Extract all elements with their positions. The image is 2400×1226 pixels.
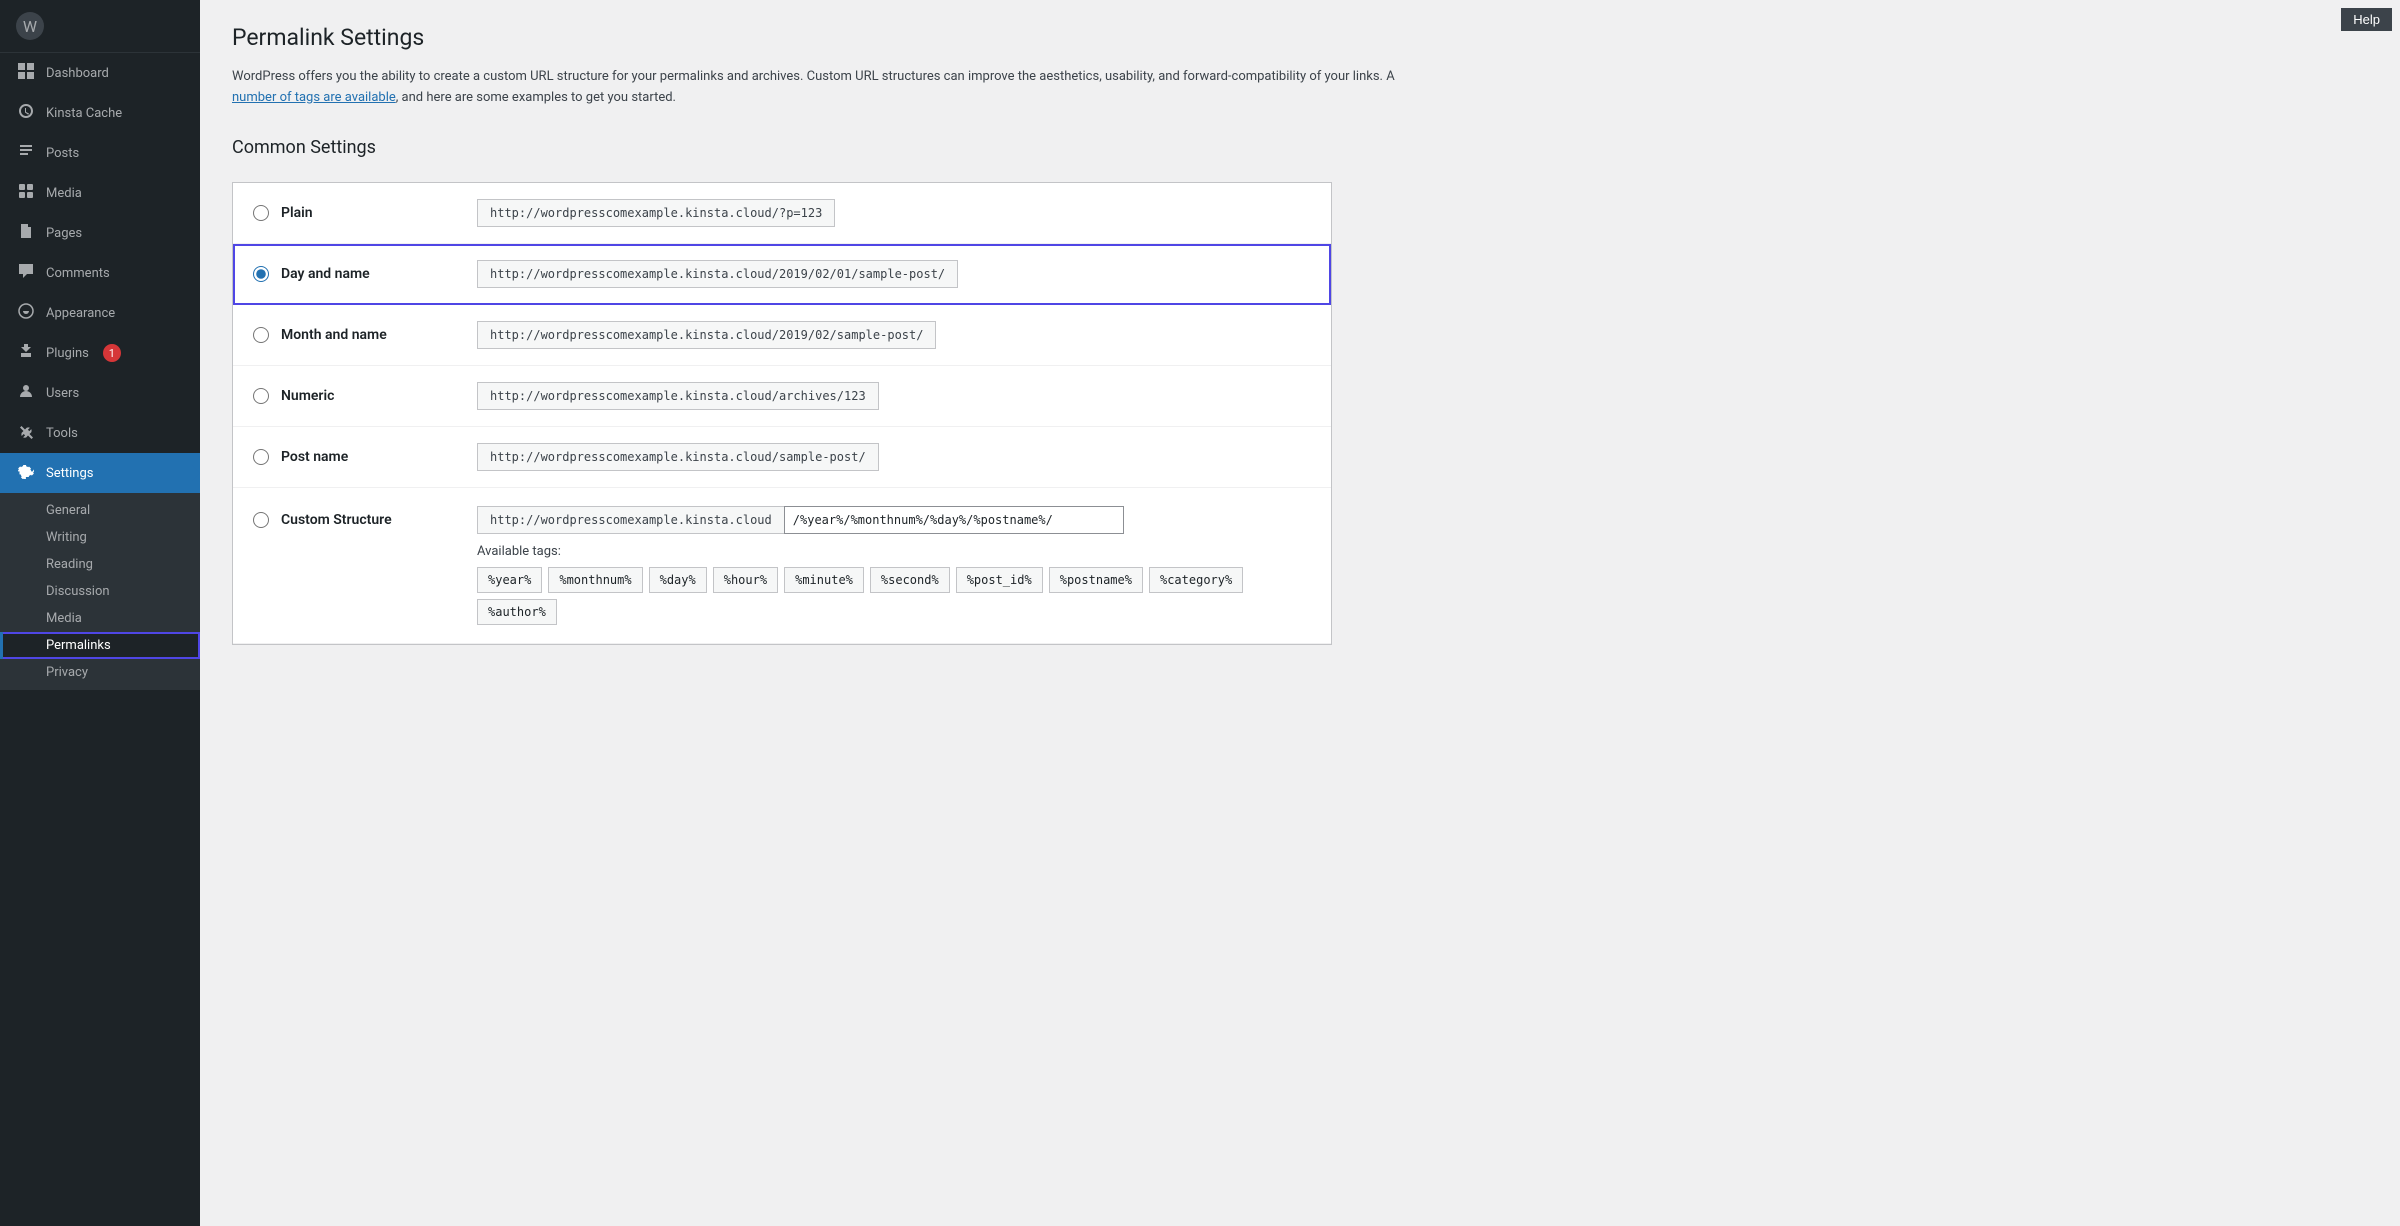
custom-base-url: http://wordpresscomexample.kinsta.cloud (477, 506, 784, 534)
permalink-row-day-and-name: Day and name http://wordpresscomexample.… (233, 244, 1331, 305)
tag-button[interactable]: %monthnum% (548, 567, 642, 593)
submenu-permalinks[interactable]: Permalinks (0, 632, 200, 659)
custom-structure-col: http://wordpresscomexample.kinsta.cloud … (477, 506, 1311, 625)
radio-day-and-name[interactable] (253, 266, 269, 282)
url-preview-numeric: http://wordpresscomexample.kinsta.cloud/… (477, 382, 879, 410)
radio-custom[interactable] (253, 512, 269, 528)
sidebar-logo: W (0, 0, 200, 53)
radio-post-name-label[interactable]: Post name (281, 449, 348, 465)
tag-button[interactable]: %year% (477, 567, 542, 593)
kinsta-cache-icon (16, 103, 36, 123)
radio-month-and-name-label[interactable]: Month and name (281, 327, 387, 343)
permalink-row-custom: Custom Structure http://wordpresscomexam… (233, 488, 1331, 644)
sidebar: W Dashboard Kinsta Cache Posts Media (0, 0, 200, 1226)
sidebar-item-dashboard[interactable]: Dashboard (0, 53, 200, 93)
sidebar-item-label: Users (46, 386, 79, 401)
sidebar-item-pages[interactable]: Pages (0, 213, 200, 253)
help-button[interactable]: Help (2341, 8, 2392, 31)
submenu-privacy[interactable]: Privacy (0, 659, 200, 686)
url-preview-post-name: http://wordpresscomexample.kinsta.cloud/… (477, 443, 879, 471)
radio-post-name[interactable] (253, 449, 269, 465)
plugins-badge: 1 (103, 344, 121, 362)
permalink-row-plain: Plain http://wordpresscomexample.kinsta.… (233, 183, 1331, 244)
settings-icon (16, 463, 36, 483)
url-preview-month-and-name: http://wordpresscomexample.kinsta.cloud/… (477, 321, 936, 349)
sidebar-item-label: Plugins (46, 346, 89, 361)
permalink-options: Plain http://wordpresscomexample.kinsta.… (232, 182, 1332, 645)
sidebar-item-label: Media (46, 186, 82, 201)
settings-arrow (192, 465, 200, 481)
radio-custom-label[interactable]: Custom Structure (281, 512, 392, 528)
tag-button[interactable]: %hour% (713, 567, 778, 593)
tag-button[interactable]: %category% (1149, 567, 1243, 593)
radio-plain[interactable] (253, 205, 269, 221)
permalink-row-post-name: Post name http://wordpresscomexample.kin… (233, 427, 1331, 488)
page-title: Permalink Settings (232, 24, 2368, 51)
sidebar-item-appearance[interactable]: Appearance (0, 293, 200, 333)
tools-icon (16, 423, 36, 443)
sidebar-item-tools[interactable]: Tools (0, 413, 200, 453)
sidebar-item-label: Settings (46, 466, 93, 481)
sidebar-item-settings[interactable]: Settings (0, 453, 200, 493)
sidebar-item-label: Tools (46, 426, 78, 441)
dashboard-icon (16, 63, 36, 83)
sidebar-nav: Dashboard Kinsta Cache Posts Media Pages (0, 53, 200, 690)
sidebar-item-label: Dashboard (46, 66, 109, 81)
available-tags-label: Available tags: (477, 544, 1311, 559)
sidebar-item-posts[interactable]: Posts (0, 133, 200, 173)
custom-url-row: http://wordpresscomexample.kinsta.cloud (477, 506, 1311, 534)
submenu-general[interactable]: General (0, 497, 200, 524)
wp-logo-icon: W (16, 12, 44, 40)
tag-button[interactable]: %author% (477, 599, 557, 625)
sidebar-item-kinsta-cache[interactable]: Kinsta Cache (0, 93, 200, 133)
permalink-row-month-and-name: Month and name http://wordpresscomexampl… (233, 305, 1331, 366)
posts-icon (16, 143, 36, 163)
radio-plain-label[interactable]: Plain (281, 205, 313, 221)
tags-link[interactable]: number of tags are available (232, 90, 396, 105)
radio-numeric-label[interactable]: Numeric (281, 388, 334, 404)
tag-button[interactable]: %day% (649, 567, 707, 593)
permalink-row-numeric: Numeric http://wordpresscomexample.kinst… (233, 366, 1331, 427)
submenu-writing[interactable]: Writing (0, 524, 200, 551)
sidebar-item-media[interactable]: Media (0, 173, 200, 213)
main-content: Permalink Settings WordPress offers you … (200, 0, 2400, 1226)
appearance-icon (16, 303, 36, 323)
sidebar-item-label: Posts (46, 146, 79, 161)
sidebar-item-comments[interactable]: Comments (0, 253, 200, 293)
url-preview-plain: http://wordpresscomexample.kinsta.cloud/… (477, 199, 835, 227)
sidebar-item-label: Kinsta Cache (46, 106, 122, 121)
url-preview-day-and-name: http://wordpresscomexample.kinsta.cloud/… (477, 260, 958, 288)
page-description: WordPress offers you the ability to crea… (232, 67, 1432, 109)
sidebar-item-label: Pages (46, 226, 82, 241)
tag-button[interactable]: %second% (870, 567, 950, 593)
radio-day-and-name-label[interactable]: Day and name (281, 266, 370, 282)
section-title: Common Settings (232, 137, 2368, 158)
tag-button[interactable]: %minute% (784, 567, 864, 593)
submenu-reading[interactable]: Reading (0, 551, 200, 578)
submenu-media[interactable]: Media (0, 605, 200, 632)
plugins-icon (16, 343, 36, 363)
sidebar-item-plugins[interactable]: Plugins 1 (0, 333, 200, 373)
custom-structure-input[interactable] (784, 506, 1124, 534)
users-icon (16, 383, 36, 403)
pages-icon (16, 223, 36, 243)
settings-submenu: General Writing Reading Discussion Media… (0, 493, 200, 690)
media-icon (16, 183, 36, 203)
comments-icon (16, 263, 36, 283)
sidebar-item-label: Comments (46, 266, 110, 281)
radio-month-and-name[interactable] (253, 327, 269, 343)
submenu-discussion[interactable]: Discussion (0, 578, 200, 605)
tag-button[interactable]: %postname% (1049, 567, 1143, 593)
sidebar-item-label: Appearance (46, 306, 115, 321)
radio-numeric[interactable] (253, 388, 269, 404)
tags-container: %year%%monthnum% %day%%hour%%minute%%seco… (477, 567, 1311, 625)
tag-button[interactable]: %post_id% (956, 567, 1043, 593)
sidebar-item-users[interactable]: Users (0, 373, 200, 413)
